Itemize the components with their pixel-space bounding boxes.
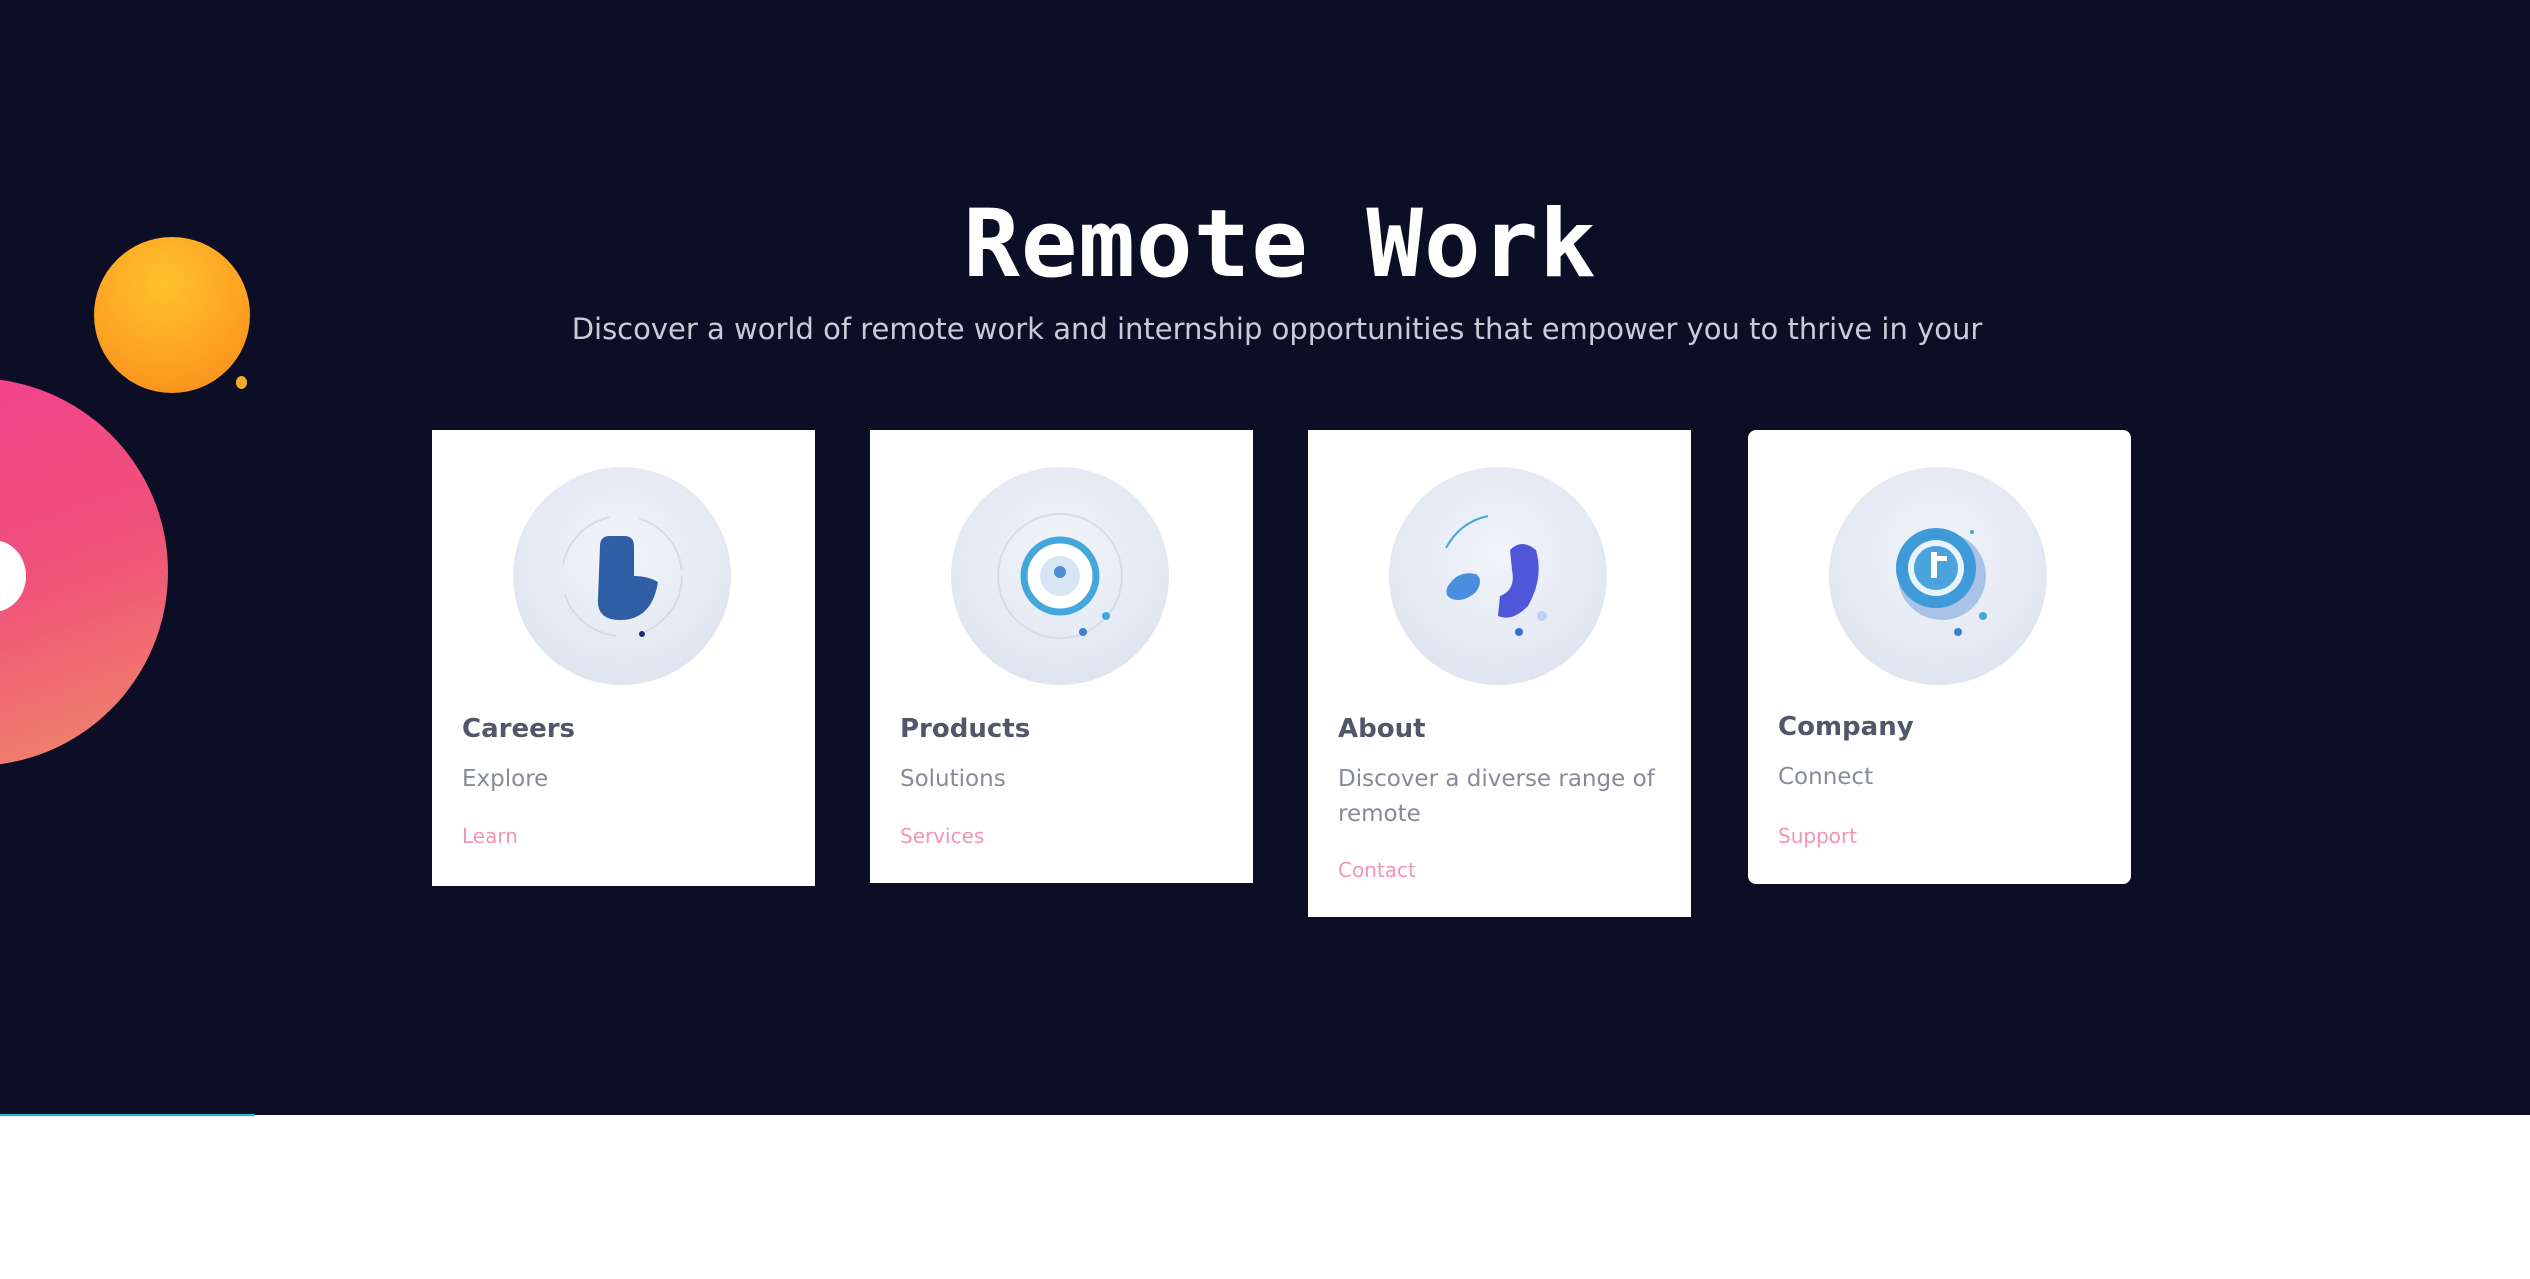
contact-link[interactable]: Contact: [1338, 858, 1416, 882]
card-title: Careers: [462, 714, 576, 744]
learn-link[interactable]: Learn: [462, 824, 518, 848]
swirl-icon: [1389, 467, 1607, 685]
teal-line-decoration: [0, 1114, 255, 1116]
card-title: Company: [1778, 712, 1914, 742]
support-link[interactable]: Support: [1778, 824, 1857, 848]
page-subtitle: Discover a world of remote work and inte…: [571, 312, 1983, 346]
page-title: Remote Work: [963, 190, 1597, 299]
pin-icon: [513, 467, 731, 685]
card-description: Discover a diverse range of remote: [1338, 766, 1655, 827]
card-title: About: [1338, 714, 1426, 744]
card-description: Explore: [462, 766, 549, 792]
card-careers: Careers Explore Learn: [432, 430, 815, 886]
target-icon: [951, 467, 1169, 685]
card-about: About Discover a diverse range of remote…: [1308, 430, 1691, 917]
card-description: Solutions: [900, 766, 1006, 792]
card-title: Products: [900, 714, 1031, 744]
card-company: Company Connect Support: [1748, 430, 2131, 884]
card-products: Products Solutions Services: [870, 430, 1253, 883]
services-link[interactable]: Services: [900, 824, 984, 848]
hero-section: Remote Work Discover a world of remote w…: [0, 0, 2530, 1115]
orange-dot-decoration: [236, 376, 247, 389]
clock-icon: [1829, 467, 2047, 685]
card-description: Connect: [1778, 764, 1874, 790]
